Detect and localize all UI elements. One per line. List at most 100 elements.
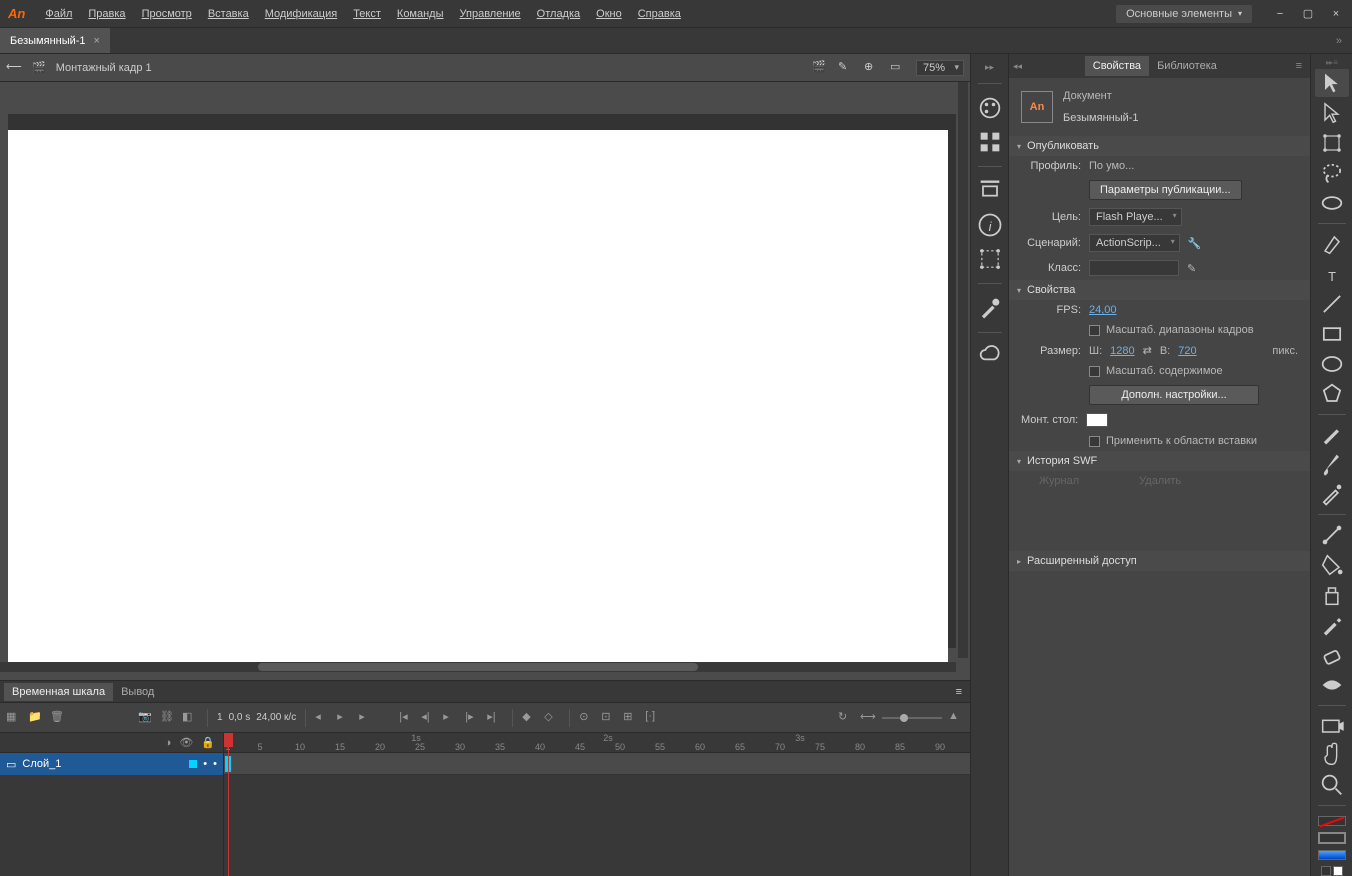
tab-output[interactable]: Вывод (113, 683, 162, 701)
polystar-tool[interactable] (1315, 380, 1349, 408)
eyedropper-tool[interactable] (1315, 611, 1349, 639)
menu-control[interactable]: Управление (452, 4, 529, 24)
minimize-button[interactable]: − (1272, 7, 1288, 21)
pen-tool[interactable] (1315, 230, 1349, 258)
free-transform-tool[interactable] (1315, 129, 1349, 157)
stage-area[interactable] (0, 82, 970, 680)
paint-bucket-tool[interactable] (1315, 551, 1349, 579)
fill-color-swatch[interactable] (1318, 850, 1346, 860)
ink-bottle-tool[interactable] (1315, 581, 1349, 609)
clapper-icon[interactable]: 🎬 (812, 60, 828, 76)
subselection-tool[interactable] (1315, 99, 1349, 127)
close-button[interactable]: × (1328, 7, 1344, 21)
expand-tools-icon[interactable]: ▸▸ ≡ (1326, 58, 1337, 67)
fps-value[interactable]: 24,00 (1089, 304, 1117, 316)
step-fwd-one-icon[interactable]: ▸ (359, 710, 375, 726)
step-fwd-icon[interactable]: |▸ (465, 710, 481, 726)
camera-tool[interactable] (1315, 711, 1349, 739)
zoom-dropdown[interactable]: 75% (916, 60, 964, 76)
menu-help[interactable]: Справка (630, 4, 689, 24)
go-first-icon[interactable]: |◂ (399, 710, 415, 726)
layer-visible-dot[interactable]: • (203, 758, 207, 770)
layer-depth-icon[interactable]: ◧ (182, 710, 198, 726)
class-input[interactable] (1089, 260, 1179, 276)
section-publish[interactable]: Опубликовать (1009, 136, 1310, 156)
new-folder-icon[interactable]: 📁 (28, 710, 44, 726)
scene-name[interactable]: Монтажный кадр 1 (56, 62, 152, 74)
canvas[interactable] (8, 130, 948, 668)
vertical-scrollbar[interactable] (958, 82, 968, 658)
hand-tool[interactable] (1315, 741, 1349, 769)
playhead[interactable] (228, 733, 229, 876)
swap-colors-icon[interactable] (1333, 866, 1343, 876)
frame-track[interactable] (224, 753, 970, 775)
brush-tool[interactable] (1315, 450, 1349, 478)
menu-file[interactable]: Файл (37, 4, 80, 24)
color-panel-icon[interactable] (976, 94, 1004, 122)
visibility-icon[interactable]: 👁 (179, 736, 193, 749)
link-wh-icon[interactable]: ⇄ (1143, 344, 1152, 357)
new-layer-icon[interactable]: ▦ (6, 710, 22, 726)
highlight-icon[interactable]: ◑ (165, 737, 172, 749)
section-properties[interactable]: Свойства (1009, 280, 1310, 300)
wrench-icon[interactable]: 🔧 (1188, 237, 1202, 250)
clip-icon[interactable]: ▭ (890, 60, 906, 76)
menu-commands[interactable]: Команды (389, 4, 452, 24)
lasso-tool[interactable] (1315, 159, 1349, 187)
onion-skin-icon[interactable]: ⊙ (579, 710, 595, 726)
scale-content-checkbox[interactable]: Масштаб. содержимое (1089, 365, 1223, 377)
brush-library-panel-icon[interactable] (976, 294, 1004, 322)
lock-icon[interactable]: 🔒 (201, 736, 215, 749)
step-back-one-icon[interactable]: ◂ (315, 710, 331, 726)
stage-color-swatch[interactable] (1086, 413, 1108, 427)
step-back-icon[interactable]: ◂| (421, 710, 437, 726)
tab-library[interactable]: Библиотека (1149, 56, 1225, 76)
edit-class-icon[interactable]: ✎ (1187, 262, 1196, 275)
layer-color-swatch[interactable] (189, 760, 197, 768)
menu-window[interactable]: Окно (588, 4, 630, 24)
rectangle-tool[interactable] (1315, 320, 1349, 348)
section-accessibility[interactable]: Расширенный доступ (1009, 551, 1310, 571)
fps-display[interactable]: 24,00 к/с (256, 712, 296, 723)
paint-brush-tool[interactable] (1315, 480, 1349, 508)
play-icon[interactable]: ▸ (337, 710, 353, 726)
horizontal-scrollbar[interactable] (0, 662, 956, 672)
swatches-panel-icon[interactable] (976, 128, 1004, 156)
document-tab[interactable]: Безымянный-1 × (0, 28, 110, 53)
scale-frames-checkbox[interactable]: Масштаб. диапазоны кадров (1089, 324, 1254, 336)
menu-text[interactable]: Текст (345, 4, 389, 24)
bone-tool[interactable] (1315, 521, 1349, 549)
menu-edit[interactable]: Правка (80, 4, 133, 24)
frame-span-icon[interactable]: ⟷ (860, 710, 876, 726)
apply-paste-checkbox[interactable]: Применить к области вставки (1089, 435, 1257, 447)
marker-icon[interactable]: [·] (645, 710, 661, 726)
back-icon[interactable]: ⟵ (6, 60, 22, 76)
magic-wand-tool[interactable] (1315, 189, 1349, 217)
menu-view[interactable]: Просмотр (134, 4, 200, 24)
oval-tool[interactable] (1315, 350, 1349, 378)
menu-debug[interactable]: Отладка (529, 4, 588, 24)
transform-panel-icon[interactable] (976, 245, 1004, 273)
expand-panels-icon[interactable]: ▸▸ (985, 62, 994, 73)
edit-multi-icon[interactable]: ⊞ (623, 710, 639, 726)
menu-insert[interactable]: Вставка (200, 4, 257, 24)
section-swf-history[interactable]: История SWF (1009, 451, 1310, 471)
go-last-icon[interactable]: ▸| (487, 710, 503, 726)
loop-icon[interactable]: ↻ (838, 710, 854, 726)
zoom-tool[interactable] (1315, 771, 1349, 799)
camera-icon[interactable]: 📷 (138, 710, 154, 726)
layer-parenting-icon[interactable]: ⛓ (160, 710, 176, 726)
publish-settings-button[interactable]: Параметры публикации... (1089, 180, 1242, 200)
current-frame[interactable]: 1 (217, 712, 223, 723)
eraser-tool[interactable] (1315, 641, 1349, 669)
workspace-dropdown[interactable]: Основные элементы▾ (1116, 5, 1252, 23)
width-tool[interactable] (1315, 671, 1349, 699)
menu-modify[interactable]: Модификация (257, 4, 346, 24)
maximize-button[interactable]: ▢ (1300, 7, 1316, 21)
tab-properties[interactable]: Свойства (1085, 56, 1149, 76)
target-dropdown[interactable]: Flash Playe... (1089, 208, 1182, 226)
collapse-panel-icon[interactable]: ◂◂ (1013, 61, 1022, 72)
frame-ruler[interactable]: 1s 2s 3s 1 5 10 15 20 25 30 35 40 45 50 (224, 733, 970, 753)
layer-name[interactable]: Слой_1 (22, 758, 61, 770)
tab-timeline[interactable]: Временная шкала (4, 683, 113, 701)
